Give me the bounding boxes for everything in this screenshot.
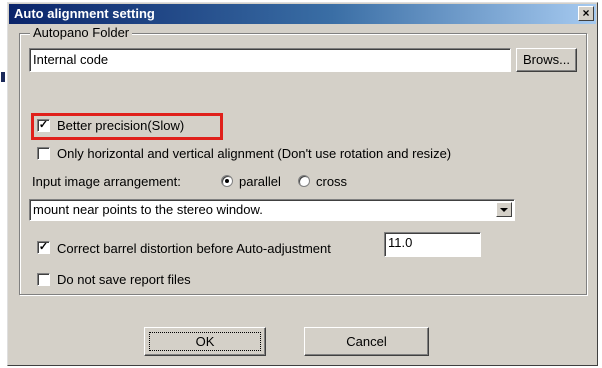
checkmark-icon: ✓: [38, 119, 49, 131]
radio-cross-label: cross: [316, 174, 348, 189]
barrel-checkbox[interactable]: ✓: [37, 241, 50, 254]
background-fragment: [1, 72, 5, 82]
barrel-value-input[interactable]: 11.0: [384, 232, 481, 257]
dialog-window: Auto alignment setting × Autopano Folder…: [7, 2, 598, 366]
folder-input[interactable]: Internal code: [29, 48, 511, 72]
barrel-label: Correct barrel distortion before Auto-ad…: [57, 241, 331, 256]
mount-dropdown[interactable]: mount near points to the stereo window.: [29, 199, 515, 221]
dialog-title: Auto alignment setting: [14, 6, 155, 21]
checkmark-icon: ✓: [38, 241, 49, 253]
no-report-label: Do not save report files: [57, 272, 191, 287]
hv-only-label: Only horizontal and vertical alignment (…: [57, 146, 452, 161]
better-precision-checkbox[interactable]: ✓: [37, 119, 50, 132]
cancel-button[interactable]: Cancel: [304, 327, 429, 356]
radio-cross[interactable]: [298, 175, 310, 187]
chevron-down-icon[interactable]: [496, 202, 512, 217]
focus-indicator: [149, 332, 261, 351]
close-icon: ×: [582, 6, 590, 20]
close-button[interactable]: ×: [578, 6, 594, 21]
better-precision-label: Better precision(Slow): [57, 118, 185, 133]
mount-dropdown-value: mount near points to the stereo window.: [33, 202, 263, 217]
no-report-checkbox[interactable]: [37, 273, 50, 286]
radio-parallel-label: parallel: [239, 174, 281, 189]
radio-parallel[interactable]: [221, 175, 233, 187]
background-edge: [0, 0, 7, 368]
hv-only-checkbox[interactable]: [37, 147, 50, 160]
ok-button[interactable]: OK: [144, 327, 266, 356]
radio-selected-dot: [225, 179, 229, 183]
browse-button[interactable]: Brows...: [516, 48, 577, 72]
title-bar[interactable]: Auto alignment setting ×: [9, 4, 596, 24]
group-title: Autopano Folder: [30, 25, 133, 40]
arrangement-label: Input image arrangement:: [32, 174, 181, 189]
